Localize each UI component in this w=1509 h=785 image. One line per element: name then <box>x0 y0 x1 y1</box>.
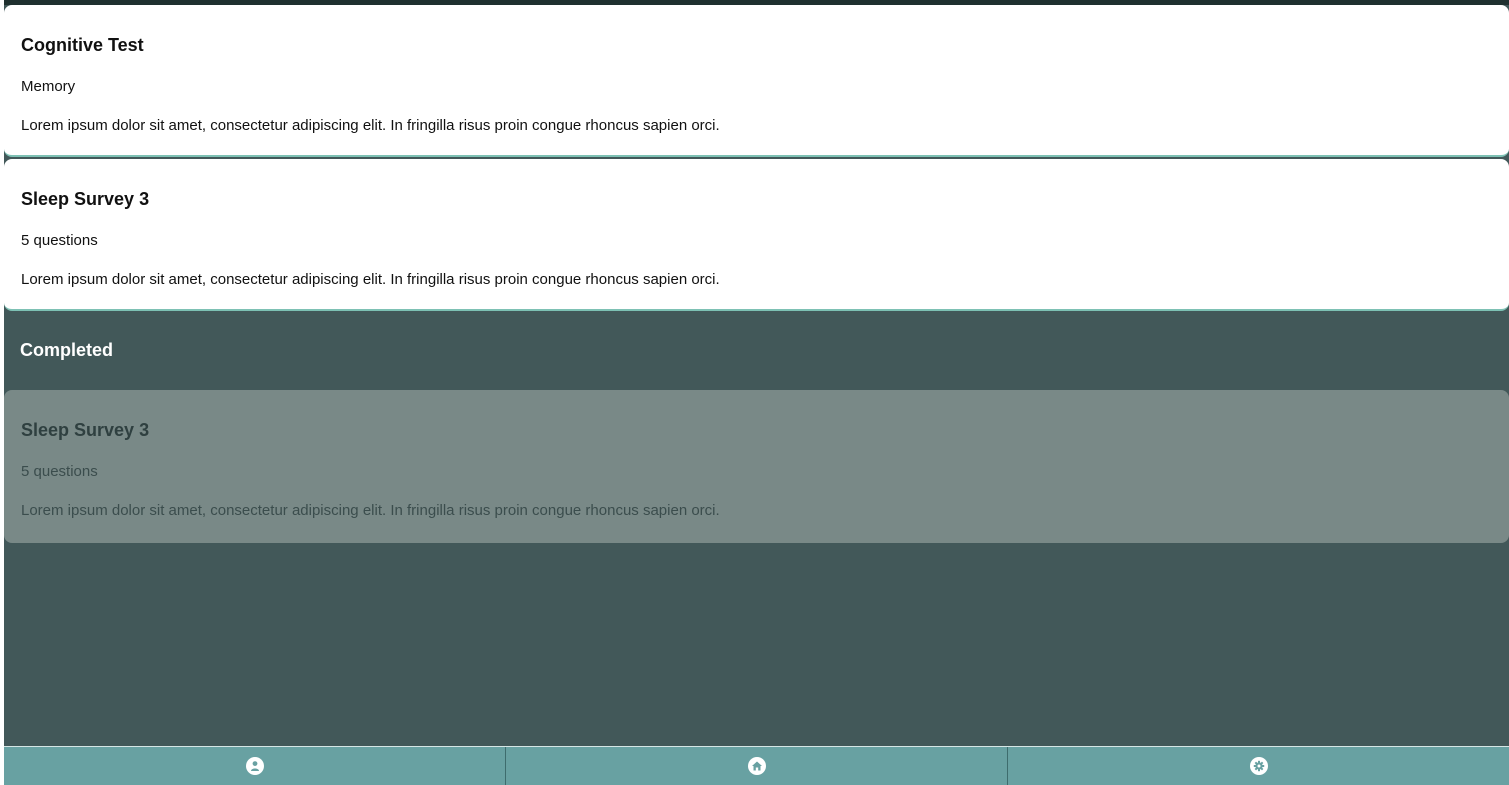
survey-subtitle: 5 questions <box>21 232 98 249</box>
survey-title: Sleep Survey 3 <box>21 189 150 209</box>
completed-heading: Completed <box>20 340 114 360</box>
completed-survey-card-sleep-survey-3[interactable]: Sleep Survey 3 5 questions Lorem ipsum d… <box>4 390 1509 543</box>
bottom-tab-bar <box>4 746 1509 785</box>
survey-subtitle: Memory <box>21 78 76 95</box>
survey-description: Lorem ipsum dolor sit amet, consectetur … <box>21 502 720 519</box>
tab-home[interactable] <box>506 747 1008 785</box>
survey-card-sleep-survey-3[interactable]: Sleep Survey 3 5 questions Lorem ipsum d… <box>4 159 1509 311</box>
survey-description: Lorem ipsum dolor sit amet, consectetur … <box>21 117 720 134</box>
gear-icon <box>1249 757 1268 775</box>
app-screen: Cognitive Test Memory Lorem ipsum dolor … <box>4 0 1509 785</box>
survey-card-cognitive-test[interactable]: Cognitive Test Memory Lorem ipsum dolor … <box>4 5 1509 157</box>
user-icon <box>245 757 264 775</box>
home-icon <box>747 757 766 775</box>
tab-profile[interactable] <box>4 747 506 785</box>
survey-title: Sleep Survey 3 <box>21 420 150 440</box>
survey-subtitle: 5 questions <box>21 463 98 480</box>
survey-description: Lorem ipsum dolor sit amet, consectetur … <box>21 271 720 288</box>
tab-settings[interactable] <box>1008 747 1509 785</box>
survey-title: Cognitive Test <box>21 35 144 55</box>
